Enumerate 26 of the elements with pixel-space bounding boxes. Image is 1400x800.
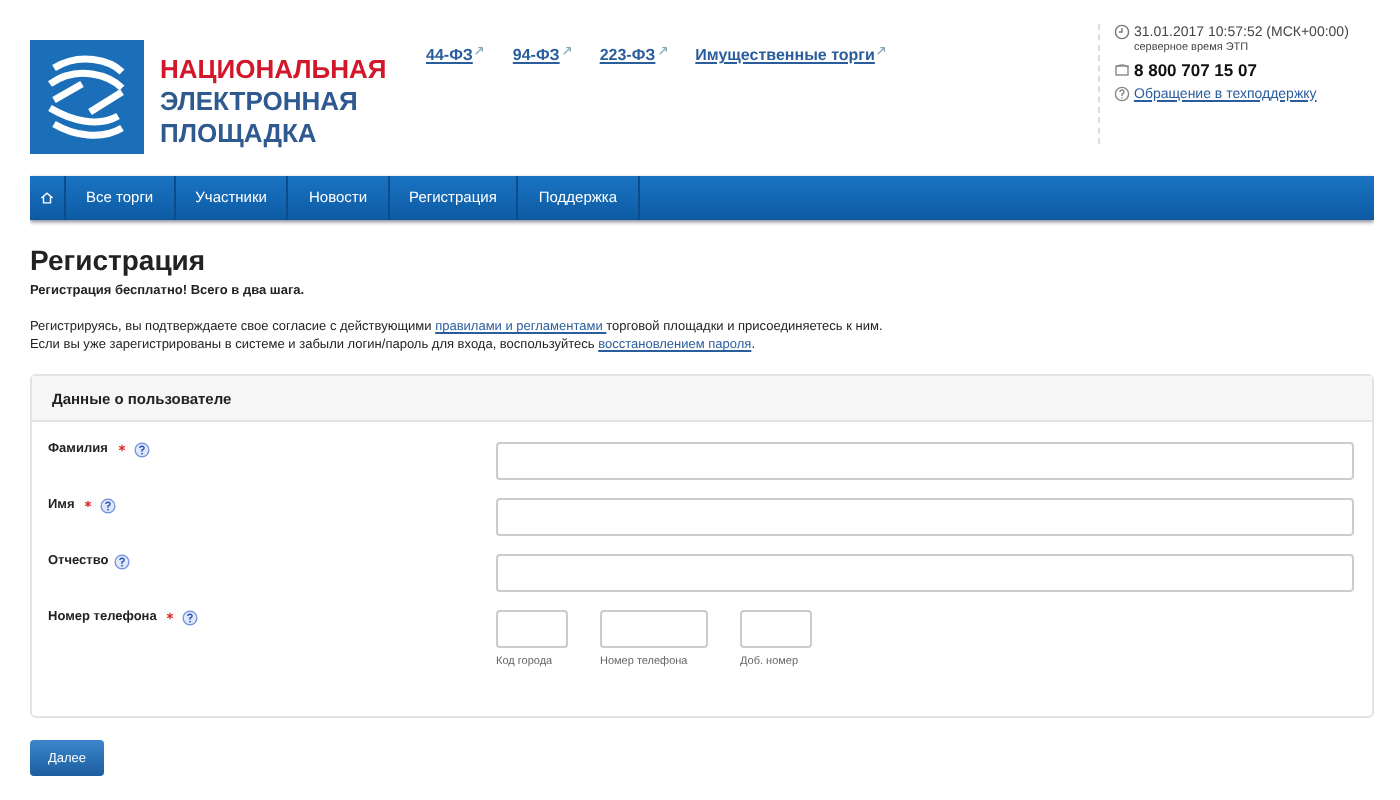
logo-text: НАЦИОНАЛЬНАЯ xyxy=(160,54,387,86)
input-field[interactable] xyxy=(496,610,568,648)
external-link-icon xyxy=(876,46,887,56)
help-icon[interactable] xyxy=(114,554,131,570)
help-icon[interactable] xyxy=(100,498,117,514)
input-field[interactable] xyxy=(740,610,812,648)
top-link[interactable]: Имущественные торги xyxy=(695,46,875,64)
help-icon[interactable] xyxy=(133,442,150,458)
input-field[interactable] xyxy=(496,554,1354,592)
page-title: Регистрация xyxy=(30,244,208,276)
input-field[interactable] xyxy=(600,610,708,648)
help-icon[interactable] xyxy=(182,610,199,626)
top-link[interactable]: 94-ФЗ xyxy=(512,46,560,64)
input-field[interactable] xyxy=(496,442,1354,480)
external-link-icon xyxy=(561,46,572,56)
help-icon xyxy=(1114,86,1130,102)
top-link[interactable]: 44-ФЗ xyxy=(426,46,473,64)
phone-number: 8 800 707 15 07 xyxy=(1134,60,1257,80)
logo-text: ПЛОЩАДКА xyxy=(160,118,319,150)
external-link-icon xyxy=(474,46,485,56)
input-field[interactable] xyxy=(496,498,1354,536)
clock-icon xyxy=(1114,24,1130,40)
external-link-icon xyxy=(657,46,668,56)
logo-icon xyxy=(30,40,144,154)
top-link[interactable]: 223-ФЗ xyxy=(599,46,656,64)
logo-text: ЭЛЕКТРОННАЯ xyxy=(160,86,360,118)
